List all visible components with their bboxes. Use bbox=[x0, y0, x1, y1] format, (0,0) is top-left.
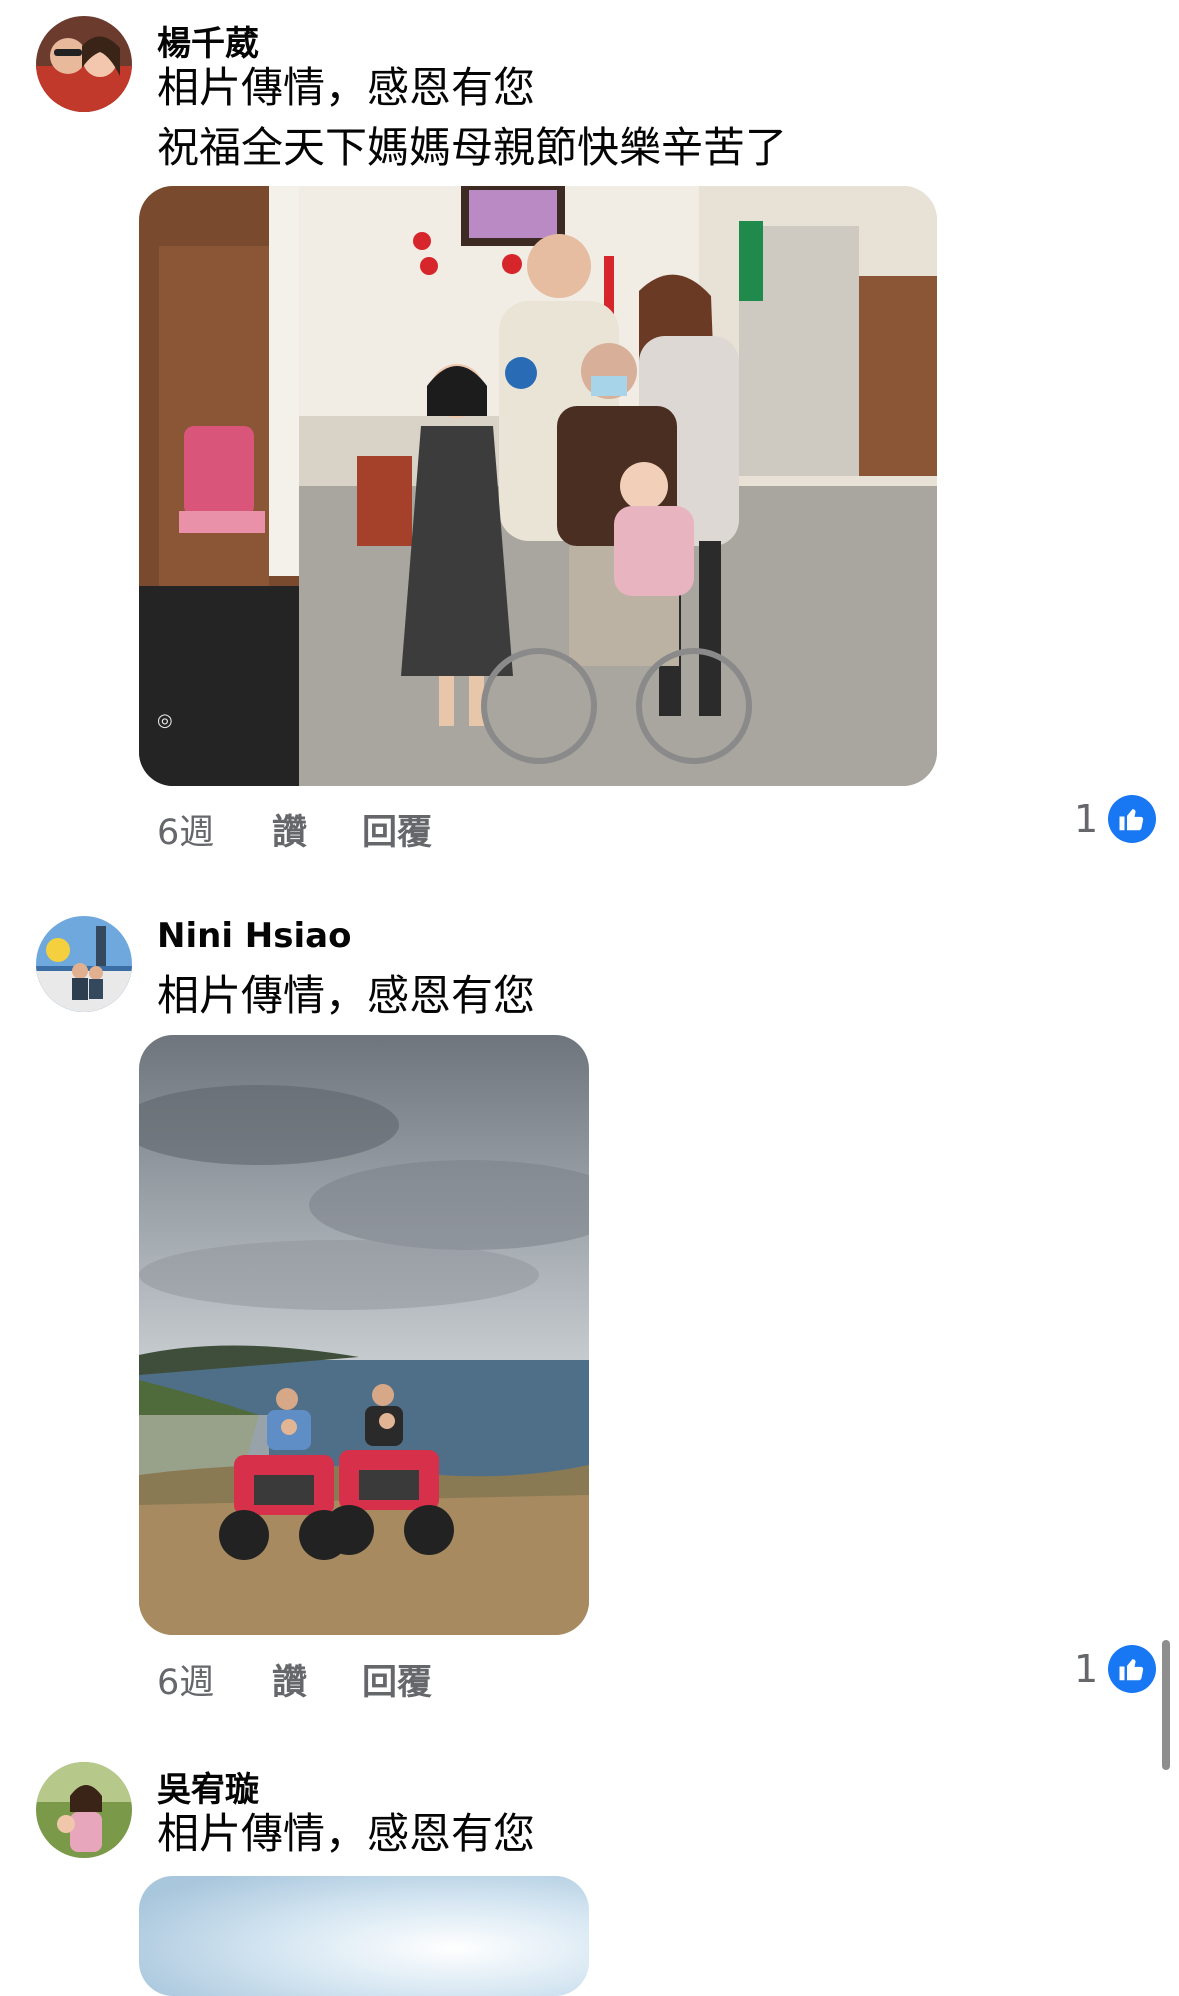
like-button[interactable]: 讚 bbox=[272, 1654, 307, 1705]
avatar[interactable] bbox=[36, 916, 132, 1012]
reply-button[interactable]: 回覆 bbox=[362, 1654, 432, 1705]
comment-time[interactable]: 6週 bbox=[157, 804, 214, 855]
comment-photo-family-indoor[interactable]: ◎ bbox=[139, 186, 937, 786]
comment-item: 吳宥璇 相片傳情，感恩有您 bbox=[0, 1760, 1179, 1996]
reaction-count[interactable]: 1 bbox=[1074, 797, 1098, 841]
comment-text-line: 相片傳情，感恩有您 bbox=[157, 63, 536, 112]
scrollbar[interactable] bbox=[1162, 1640, 1170, 1770]
reply-button[interactable]: 回覆 bbox=[362, 804, 432, 855]
comment-time[interactable]: 6週 bbox=[157, 1654, 214, 1705]
like-button[interactable]: 讚 bbox=[272, 804, 307, 855]
reaction-count[interactable]: 1 bbox=[1074, 1647, 1098, 1691]
comment-item: 楊千葳 相片傳情，感恩有您 祝福全天下媽媽母親節快樂辛苦了 ◎ 6週 讚 回覆 … bbox=[0, 0, 1179, 860]
avatar[interactable] bbox=[36, 1762, 132, 1858]
comment-item: Nini Hsiao 相片傳情，感恩有您 6週 讚 回覆 1 bbox=[0, 900, 1179, 1760]
comment-photo-atv-coast[interactable] bbox=[139, 1035, 589, 1635]
comment-text-line: 相片傳情，感恩有您 bbox=[157, 971, 536, 1020]
comment-text-line: 祝福全天下媽媽母親節快樂辛苦了 bbox=[157, 123, 788, 172]
thumbs-up-icon[interactable] bbox=[1108, 1645, 1156, 1693]
comment-text-line: 相片傳情，感恩有您 bbox=[157, 1809, 536, 1858]
comment-photo-sky[interactable] bbox=[139, 1876, 589, 1996]
avatar[interactable] bbox=[36, 16, 132, 112]
svg-text:◎: ◎ bbox=[157, 710, 173, 731]
comment-author[interactable]: Nini Hsiao bbox=[157, 916, 351, 956]
thumbs-up-icon[interactable] bbox=[1108, 795, 1156, 843]
